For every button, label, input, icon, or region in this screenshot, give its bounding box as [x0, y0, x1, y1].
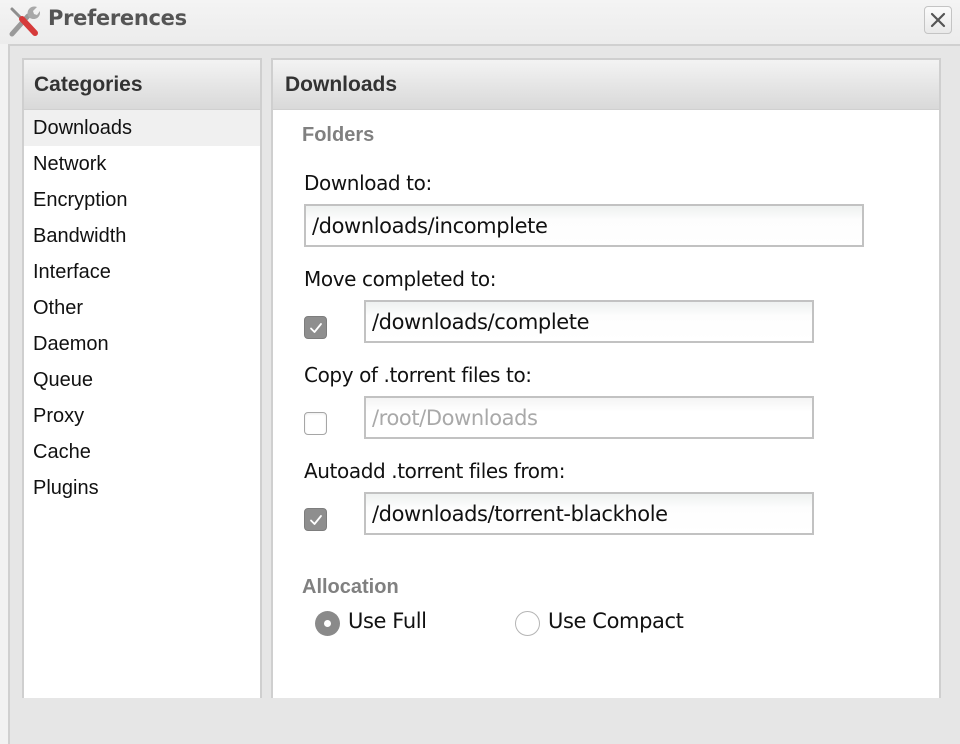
download-to-input[interactable] [304, 204, 864, 247]
copy-torrent-checkbox[interactable] [304, 412, 327, 435]
copy-torrent-input[interactable] [364, 396, 814, 439]
category-item-encryption[interactable]: Encryption [24, 182, 260, 218]
window-title: Preferences [48, 6, 187, 30]
download-to-label: Download to: [304, 171, 432, 195]
category-item-other[interactable]: Other [24, 290, 260, 326]
category-item-cache[interactable]: Cache [24, 434, 260, 470]
categories-header: Categories [24, 60, 260, 110]
category-item-interface[interactable]: Interface [24, 254, 260, 290]
close-icon [930, 12, 946, 28]
checkmark-icon [310, 323, 322, 333]
allocation-section-title: Allocation [302, 576, 399, 598]
autoadd-label: Autoadd .torrent files from: [304, 459, 566, 483]
tools-icon [9, 6, 40, 37]
use-compact-label[interactable]: Use Compact [548, 609, 684, 633]
category-item-proxy[interactable]: Proxy [24, 398, 260, 434]
title-bar: Preferences [0, 0, 960, 44]
move-completed-checkbox[interactable] [304, 316, 327, 339]
category-item-queue[interactable]: Queue [24, 362, 260, 398]
copy-torrent-label: Copy of .torrent files to: [304, 363, 532, 387]
category-item-network[interactable]: Network [24, 146, 260, 182]
move-completed-input[interactable] [364, 300, 814, 343]
close-button[interactable] [924, 6, 952, 34]
category-item-bandwidth[interactable]: Bandwidth [24, 218, 260, 254]
use-compact-radio[interactable] [515, 611, 540, 636]
autoadd-input[interactable] [364, 492, 814, 535]
use-full-radio[interactable] [315, 611, 340, 636]
checkmark-icon [310, 515, 322, 525]
categories-panel: Categories Downloads Network Encryption … [22, 58, 262, 698]
autoadd-checkbox[interactable] [304, 508, 327, 531]
use-full-label[interactable]: Use Full [348, 609, 427, 633]
category-item-plugins[interactable]: Plugins [24, 470, 260, 506]
folders-section-title: Folders [302, 124, 375, 146]
category-item-downloads[interactable]: Downloads [24, 110, 260, 146]
move-completed-label: Move completed to: [304, 267, 497, 291]
category-item-daemon[interactable]: Daemon [24, 326, 260, 362]
categories-list: Downloads Network Encryption Bandwidth I… [24, 110, 260, 506]
downloads-header: Downloads [273, 60, 939, 110]
